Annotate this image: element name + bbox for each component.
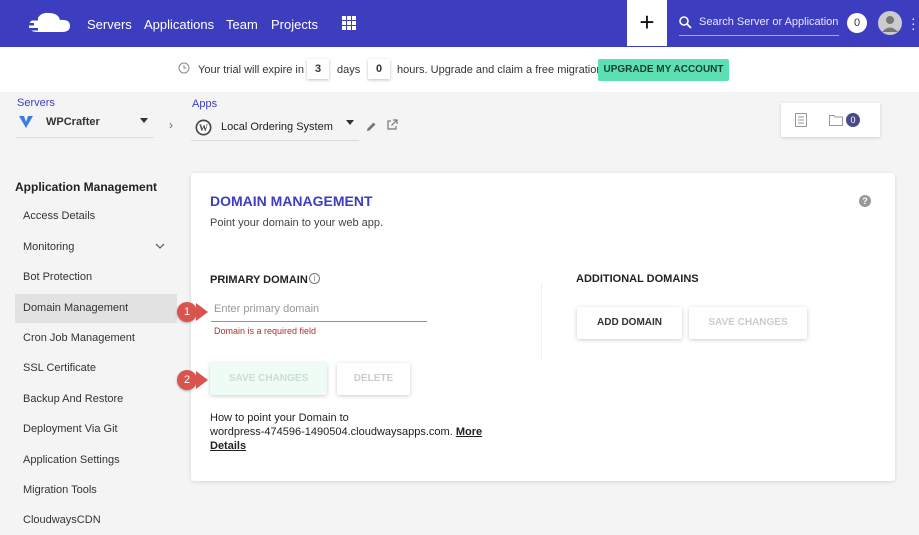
sidebar-item-migration-tools[interactable]: Migration Tools xyxy=(15,476,177,505)
nav-applications-link[interactable]: Applications xyxy=(144,17,214,32)
trial-hours-value: 0 xyxy=(368,59,390,79)
edit-pencil-icon[interactable] xyxy=(366,119,377,137)
save-additional-button[interactable]: SAVE CHANGES xyxy=(689,307,807,339)
sidebar-item-bot-protection[interactable]: Bot Protection xyxy=(15,263,177,292)
app-caret-icon xyxy=(346,120,354,125)
apps-grid-icon[interactable] xyxy=(342,16,356,30)
sidebar-title: Application Management xyxy=(15,180,158,194)
additional-domains-label: ADDITIONAL DOMAINS xyxy=(576,273,699,285)
domain-management-panel: DOMAIN MANAGEMENT Point your domain to y… xyxy=(191,173,895,481)
info-icon[interactable]: i xyxy=(309,273,320,284)
save-changes-button[interactable]: SAVE CHANGES xyxy=(210,363,327,395)
more-details-link-cont[interactable]: Details xyxy=(210,440,246,452)
section-divider xyxy=(541,283,542,361)
primary-domain-input[interactable]: Enter primary domain xyxy=(211,300,427,322)
step-marker-2: 2 xyxy=(177,370,197,390)
howto-line2: wordpress-474596-1490504.cloudwaysapps.c… xyxy=(210,426,453,438)
howto-line1: How to point your Domain to xyxy=(210,412,349,424)
files-widget[interactable]: 0 xyxy=(781,103,880,137)
files-count-badge: 0 xyxy=(846,113,860,127)
primary-domain-label: PRIMARY DOMAIN xyxy=(210,274,308,286)
top-navbar: Servers Applications Team Projects + Sea… xyxy=(0,0,919,47)
primary-domain-error: Domain is a required field xyxy=(214,326,317,336)
apps-crumb-label: Apps xyxy=(192,98,218,110)
nav-projects-link[interactable]: Projects xyxy=(271,17,318,32)
wordpress-icon: W xyxy=(195,119,212,141)
servers-crumb-label: Servers xyxy=(17,97,55,109)
folder-icon[interactable] xyxy=(829,113,843,131)
search-icon xyxy=(679,16,692,34)
trial-text-suffix: hours. Upgrade and claim a free migratio… xyxy=(397,64,603,76)
page-subtitle: Point your domain to your web app. xyxy=(210,217,384,229)
sidebar-item-monitoring[interactable]: Monitoring xyxy=(15,233,177,262)
help-icon[interactable]: ? xyxy=(859,195,871,207)
user-avatar[interactable] xyxy=(878,11,902,35)
trial-text-prefix: Your trial will expire in xyxy=(198,64,304,76)
more-details-link[interactable]: More xyxy=(456,426,482,438)
delete-button[interactable]: DELETE xyxy=(337,363,410,395)
chevron-down-icon xyxy=(155,233,165,262)
trial-days-value: 3 xyxy=(307,59,329,79)
add-domain-button[interactable]: ADD DOMAIN xyxy=(577,307,682,339)
sidebar-item-app-settings[interactable]: Application Settings xyxy=(15,446,177,475)
howto-text: How to point your Domain to wordpress-47… xyxy=(210,411,500,453)
server-caret-icon xyxy=(140,118,148,123)
sidebar-item-access-details[interactable]: Access Details xyxy=(15,202,177,231)
cloudways-logo-icon[interactable] xyxy=(24,10,74,41)
sidebar-item-deployment-git[interactable]: Deployment Via Git xyxy=(15,415,177,444)
sidebar-item-label: Monitoring xyxy=(23,241,75,253)
trial-banner: Your trial will expire in 3 days 0 hours… xyxy=(0,47,919,92)
sidebar-item-cloudways-cdn[interactable]: CloudwaysCDN xyxy=(15,506,177,535)
sidebar-item-cron-job[interactable]: Cron Job Management xyxy=(15,324,177,353)
server-provider-icon xyxy=(19,115,33,133)
step-marker-1: 1 xyxy=(177,302,197,322)
trial-days-label: days xyxy=(337,64,361,76)
server-name: WPCrafter xyxy=(46,116,100,128)
sidebar-item-backup[interactable]: Backup And Restore xyxy=(15,385,177,414)
chevron-right-icon: › xyxy=(169,118,173,132)
upgrade-account-button[interactable]: UPGRADE MY ACCOUNT xyxy=(598,59,729,81)
external-link-icon[interactable] xyxy=(386,118,398,136)
page-title: DOMAIN MANAGEMENT xyxy=(210,193,373,209)
nav-team-link[interactable]: Team xyxy=(226,17,258,32)
clock-icon xyxy=(178,61,190,79)
app-selector[interactable]: W Local Ordering System xyxy=(191,115,359,141)
search-input[interactable]: Search Server or Application xyxy=(699,16,838,28)
app-name: Local Ordering System xyxy=(221,121,333,133)
step-marker-1-arrow xyxy=(196,303,208,321)
server-selector[interactable]: WPCrafter xyxy=(16,112,154,138)
add-new-button[interactable]: + xyxy=(627,0,667,46)
notification-count-badge[interactable]: 0 xyxy=(847,13,867,33)
more-menu-icon[interactable]: · · · xyxy=(911,11,916,35)
sidebar-item-ssl[interactable]: SSL Certificate xyxy=(15,354,177,383)
step-marker-2-arrow xyxy=(196,371,208,389)
search-bar[interactable]: Search Server or Application xyxy=(679,10,839,36)
svg-text:W: W xyxy=(199,123,208,133)
sidebar-item-domain-management[interactable]: Domain Management xyxy=(15,294,177,323)
nav-servers-link[interactable]: Servers xyxy=(87,17,132,32)
list-view-icon[interactable] xyxy=(795,113,807,132)
